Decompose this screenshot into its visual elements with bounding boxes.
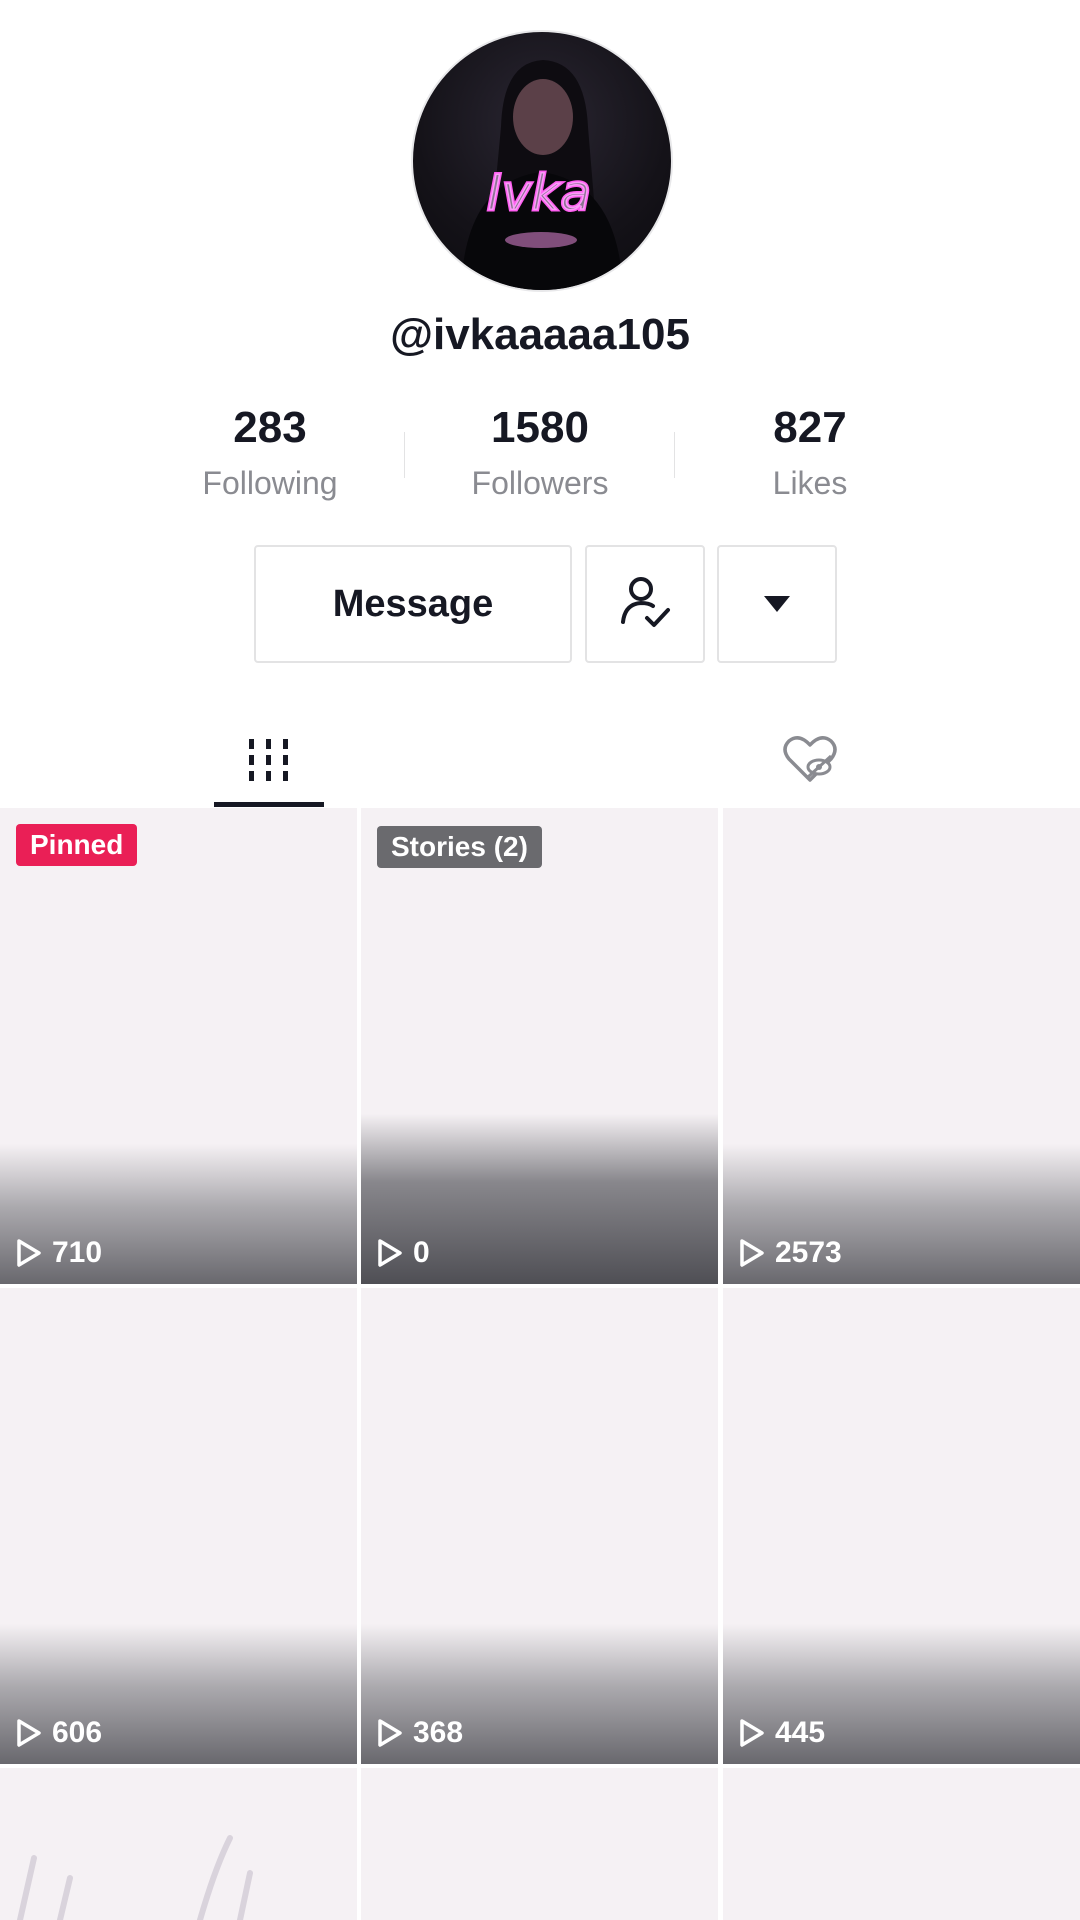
profile-page: Ivka Ivka @ivkaaaaa105 283 Following 158… <box>0 0 1080 1920</box>
stat-likes[interactable]: 827 Likes <box>690 400 930 506</box>
view-count: 710 <box>16 1236 102 1270</box>
view-count-value: 2573 <box>775 1236 842 1269</box>
view-count: 445 <box>739 1716 825 1750</box>
grid-icon <box>249 739 288 781</box>
play-icon <box>378 1719 402 1747</box>
stories-badge: Stories (2) <box>377 826 542 868</box>
likes-count: 827 <box>773 403 847 452</box>
caret-down-icon <box>764 596 790 612</box>
pinned-badge: Pinned <box>16 824 138 866</box>
likes-label: Likes <box>772 465 848 501</box>
username: @ivkaaaaa105 <box>390 310 690 359</box>
video-tile[interactable]: 368 <box>361 1288 718 1764</box>
stat-following[interactable]: 283 Following <box>150 400 390 506</box>
followers-label: Followers <box>471 465 609 501</box>
user-check-icon <box>621 577 670 627</box>
play-icon <box>378 1239 402 1267</box>
avatar-image: Ivka Ivka <box>461 60 623 290</box>
view-count-value: 0 <box>413 1236 430 1269</box>
view-count-value: 606 <box>52 1716 103 1749</box>
video-tile[interactable]: Pinned 710 <box>0 808 357 1284</box>
followers-count: 1580 <box>491 403 589 452</box>
following-status-button[interactable] <box>585 545 705 663</box>
video-tile[interactable]: 606 <box>0 1288 357 1764</box>
view-count: 2573 <box>739 1236 842 1270</box>
following-count: 283 <box>233 403 307 452</box>
message-button[interactable]: Message <box>254 545 572 663</box>
video-tile[interactable]: 2573 <box>723 808 1080 1284</box>
stat-divider <box>674 432 675 478</box>
following-label: Following <box>202 465 338 501</box>
video-tile[interactable]: Stories (2) 0 <box>361 808 718 1284</box>
video-tile[interactable] <box>361 1768 718 1920</box>
avatar-neon-glow: Ivka <box>487 164 591 222</box>
tab-videos[interactable] <box>214 712 324 808</box>
stat-followers[interactable]: 1580 Followers <box>420 400 660 506</box>
play-icon <box>740 1719 764 1747</box>
stat-divider <box>404 432 405 478</box>
play-icon <box>17 1719 41 1747</box>
view-count-value: 445 <box>775 1716 826 1749</box>
view-count: 0 <box>377 1236 430 1270</box>
message-button-label: Message <box>332 582 494 625</box>
play-icon <box>740 1239 764 1267</box>
video-tile[interactable]: 445 <box>723 1288 1080 1764</box>
liked-hidden-icon <box>783 736 837 782</box>
tab-liked-videos[interactable] <box>760 712 860 808</box>
view-count: 606 <box>16 1716 102 1750</box>
video-tile[interactable] <box>0 1768 357 1920</box>
tile-thumbnail-sketch <box>17 1835 253 1920</box>
avatar[interactable]: Ivka Ivka <box>411 30 673 292</box>
view-count: 368 <box>377 1716 463 1750</box>
more-options-button[interactable] <box>717 545 837 663</box>
active-tab-indicator <box>214 802 324 807</box>
play-icon <box>17 1239 41 1267</box>
view-count-value: 368 <box>413 1716 464 1749</box>
view-count-value: 710 <box>52 1236 103 1269</box>
video-tile[interactable] <box>723 1768 1080 1920</box>
